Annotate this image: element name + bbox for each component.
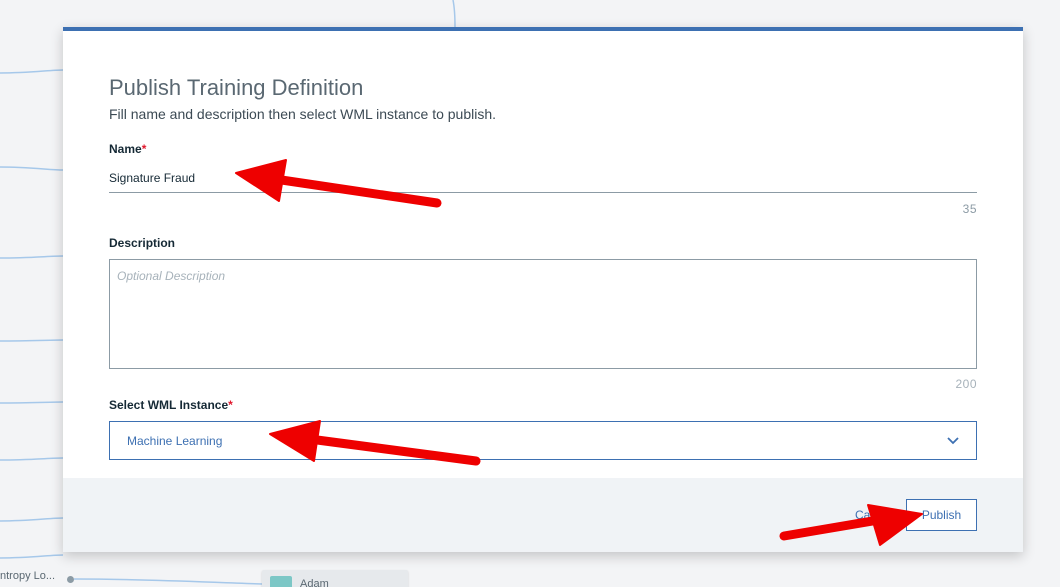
description-char-counter: 200 [955,377,977,391]
description-input[interactable] [109,259,977,369]
modal-subtitle: Fill name and description then select WM… [109,106,497,122]
required-mark: * [141,142,147,156]
wml-instance-selected-value: Machine Learning [127,434,223,448]
description-field-label: Description [109,236,176,250]
modal-title: Publish Training Definition [109,75,364,100]
cancel-button[interactable]: Cancel [855,508,892,522]
optimizer-icon [270,576,292,587]
publish-button[interactable]: Publish [906,499,977,531]
node-port[interactable] [67,576,74,583]
wml-instance-field-label: Select WML Instance* [109,398,233,412]
chevron-down-icon [947,437,959,445]
name-char-counter: 35 [962,202,977,216]
publish-training-definition-modal: Publish Training Definition Fill name an… [63,27,1023,552]
name-input[interactable] [109,163,977,193]
canvas-node-label: Adam [300,578,329,587]
name-field-label: Name* [109,142,147,156]
wml-instance-select[interactable]: Machine Learning [109,421,977,460]
modal-footer: Cancel Publish [63,478,1023,552]
canvas-node-entropy[interactable]: ntropy Lo... [0,570,55,587]
canvas-node-label: ntropy Lo... [0,570,56,582]
required-mark: * [228,398,233,412]
canvas-node-adam[interactable]: Adam [262,570,408,587]
